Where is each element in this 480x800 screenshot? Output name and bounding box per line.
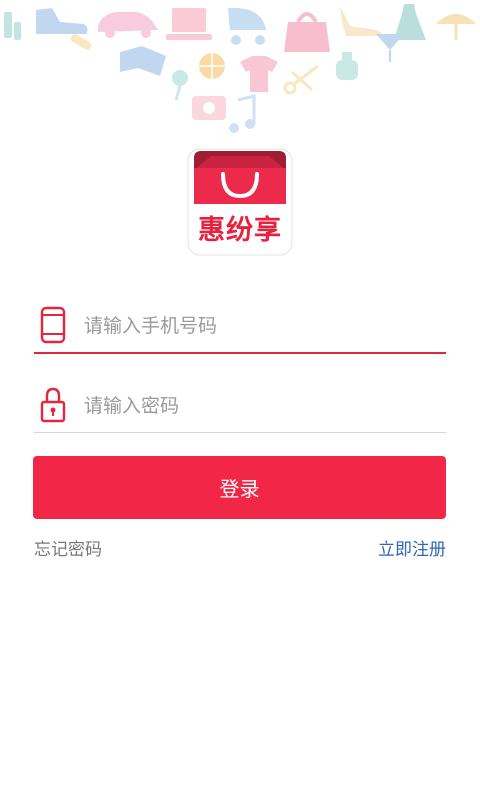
mobile-phone-icon (40, 306, 66, 344)
login-button[interactable]: 登录 (33, 456, 446, 519)
shoe-icon (36, 8, 88, 34)
camera-icon (192, 96, 226, 120)
logo-text: 惠纷享 (198, 215, 282, 246)
book-icon (120, 46, 166, 76)
perfume-icon (336, 52, 358, 80)
cocktail-glass-icon (376, 34, 404, 62)
phone-field (34, 304, 446, 348)
password-input[interactable] (84, 384, 434, 428)
lollipop-icon (172, 70, 188, 101)
app-logo: 惠纷享 (187, 148, 293, 256)
stroller-icon (228, 7, 266, 45)
phone-underline (34, 352, 446, 354)
high-heel-icon (340, 6, 382, 36)
handbag-icon (284, 12, 330, 52)
car-icon (98, 12, 158, 38)
padlock-icon (40, 387, 66, 423)
password-underline (34, 432, 446, 433)
scissors-icon (283, 64, 319, 95)
lipstick-icon (4, 12, 21, 40)
lipstick-icon (70, 34, 92, 50)
phone-input[interactable] (84, 304, 434, 348)
umbrella-icon (436, 14, 476, 40)
basketball-icon (199, 53, 225, 79)
login-screen: 惠纷享 登录 忘记密码 立即注册 (0, 0, 480, 800)
music-note-icon (229, 94, 256, 133)
laptop-icon (166, 8, 212, 40)
forgot-password-link[interactable]: 忘记密码 (34, 538, 102, 562)
password-field (34, 384, 446, 428)
shirt-icon (240, 56, 278, 92)
shopping-icons-banner (4, 4, 476, 133)
register-link[interactable]: 立即注册 (378, 538, 446, 562)
